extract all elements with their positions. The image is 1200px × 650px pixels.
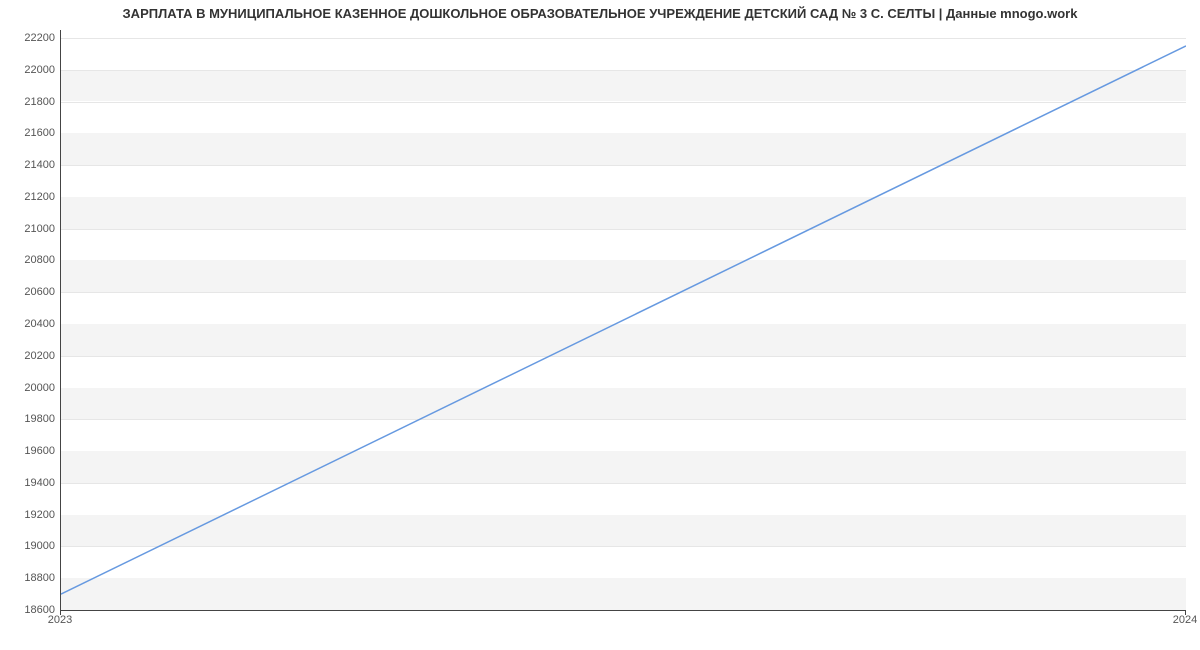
y-tick-label: 20200 bbox=[7, 350, 55, 362]
x-tick-label: 2023 bbox=[48, 614, 72, 626]
line-series bbox=[61, 30, 1186, 610]
y-tick-label: 19800 bbox=[7, 413, 55, 425]
y-tick-label: 20400 bbox=[7, 318, 55, 330]
y-tick-label: 22000 bbox=[7, 64, 55, 76]
y-tick-label: 21200 bbox=[7, 191, 55, 203]
y-tick-label: 20800 bbox=[7, 254, 55, 266]
y-tick-label: 20600 bbox=[7, 286, 55, 298]
y-tick-label: 21800 bbox=[7, 96, 55, 108]
chart-title: ЗАРПЛАТА В МУНИЦИПАЛЬНОЕ КАЗЕННОЕ ДОШКОЛ… bbox=[0, 6, 1200, 21]
y-tick-label: 19400 bbox=[7, 477, 55, 489]
chart-container: ЗАРПЛАТА В МУНИЦИПАЛЬНОЕ КАЗЕННОЕ ДОШКОЛ… bbox=[0, 0, 1200, 650]
x-tick-label: 2024 bbox=[1173, 614, 1197, 626]
y-tick-label: 21400 bbox=[7, 159, 55, 171]
y-tick-label: 20000 bbox=[7, 382, 55, 394]
y-tick-label: 22200 bbox=[7, 32, 55, 44]
y-tick-label: 21600 bbox=[7, 127, 55, 139]
y-tick-label: 19200 bbox=[7, 509, 55, 521]
y-tick-label: 21000 bbox=[7, 223, 55, 235]
grid-line bbox=[61, 610, 1186, 611]
plot-area bbox=[60, 30, 1186, 611]
y-tick-label: 19000 bbox=[7, 540, 55, 552]
y-tick-label: 18800 bbox=[7, 572, 55, 584]
series-line bbox=[61, 46, 1186, 594]
y-tick-label: 19600 bbox=[7, 445, 55, 457]
